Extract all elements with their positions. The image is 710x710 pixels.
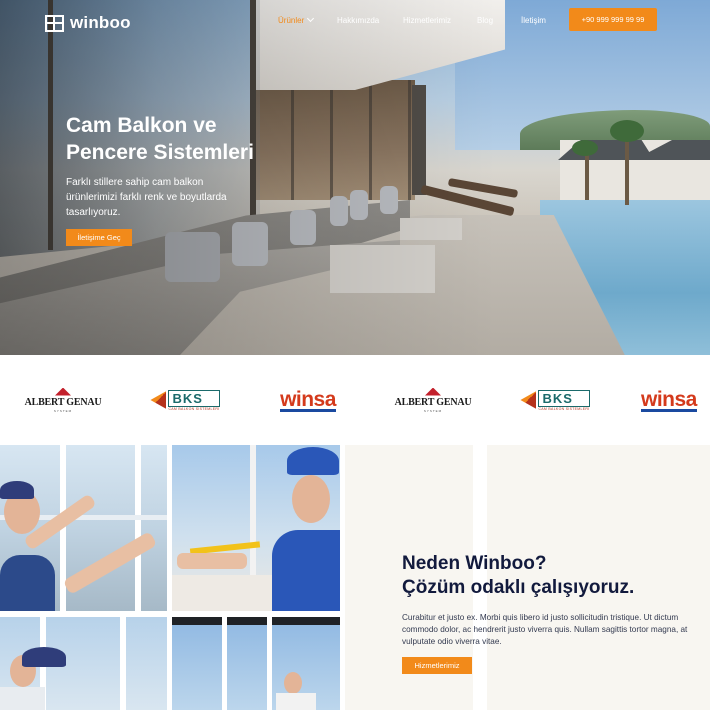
why-title-line: Neden Winboo? [402, 553, 547, 574]
photo-worker-window-2 [0, 617, 167, 710]
worker-cap [0, 481, 34, 499]
hero-section: winboo Ürünler Hakkımızda Hizmetlerimiz … [0, 0, 710, 355]
brand-tagline: SYSTEM [423, 408, 443, 413]
brand-tagline: CAM BALKON SİSTEMLERİ [538, 406, 590, 411]
worker-cap [287, 447, 339, 475]
hero-subtitle: Farklı stillere sahip cam balkon ürünler… [66, 177, 227, 218]
brand-tagline: SYSTEM [53, 408, 73, 413]
brand-name: ALBERT GENAU [394, 396, 472, 408]
nav-item-label: Ürünler [278, 16, 305, 25]
services-button[interactable]: Hizmetlerimiz [402, 657, 472, 674]
brand-name: winsa [280, 387, 336, 411]
contact-cta-button[interactable]: İletişime Geç [66, 229, 132, 246]
worker-face [292, 475, 330, 523]
brand-tagline: CAM BALKON SİSTEMLERİ [168, 406, 220, 411]
albert-genau-roof-icon [425, 387, 441, 396]
worker-shirt [276, 693, 316, 710]
brand-logo-bks[interactable]: BKS CAM BALKON SİSTEMLERİ [140, 355, 230, 445]
brand-name: ALBERT GENAU [24, 396, 102, 408]
brand-logo-albert-genau[interactable]: ALBERT GENAU SYSTEM [18, 355, 108, 445]
worker-face [284, 672, 302, 694]
worker-arm [177, 553, 247, 569]
brand-logo-albert-genau[interactable]: ALBERT GENAU SYSTEM [388, 355, 478, 445]
brand-logo-winsa[interactable]: winsa [636, 355, 710, 445]
chevron-down-icon [307, 14, 315, 23]
nav-item-about[interactable]: Hakkımızda [337, 16, 379, 25]
nav-item-blog[interactable]: Blog [477, 16, 493, 25]
photo-worker-measuring [172, 445, 340, 611]
worker-arm [62, 531, 158, 595]
hero-title: Cam Balkon ve Pencere Sistemleri [66, 112, 326, 166]
worker-shirt [272, 530, 340, 611]
brand-name: BKS [172, 390, 203, 406]
window-frame [135, 445, 141, 611]
photo-worker-window-3 [172, 617, 340, 710]
bks-arrow-icon [520, 391, 537, 409]
worker-cap [22, 647, 66, 667]
nav-item-contact[interactable]: İletişim [521, 16, 546, 25]
photo-worker-window-1 [0, 445, 167, 611]
brand-logo-winsa[interactable]: winsa [262, 355, 354, 445]
brand-logos-strip: ALBERT GENAU SYSTEM BKS CAM BALKON SİSTE… [0, 355, 710, 445]
why-description: Curabitur et justo ex. Morbi quis libero… [402, 613, 688, 646]
window-frame [120, 617, 126, 710]
why-title-line: Çözüm odaklı çalışıyoruz. [402, 577, 635, 598]
brand-name: winsa [641, 387, 697, 411]
window-frame [222, 617, 227, 710]
hero-title-line: Cam Balkon ve [66, 114, 217, 137]
worker-shirt [0, 687, 45, 710]
hero-title-line: Pencere Sistemleri [66, 141, 254, 164]
brand-logo-bks[interactable]: BKS CAM BALKON SİSTEMLERİ [510, 355, 600, 445]
why-title: Neden Winboo? Çözüm odaklı çalışıyoruz. [402, 552, 702, 600]
worker-shirt [0, 555, 55, 611]
nav-item-products[interactable]: Ürünler [278, 14, 315, 25]
phone-button[interactable]: +90 999 999 99 99 [569, 8, 657, 31]
window-frame [267, 617, 272, 710]
nav-item-services[interactable]: Hizmetlerimiz [403, 16, 451, 25]
albert-genau-roof-icon [55, 387, 71, 396]
bks-arrow-icon [150, 391, 167, 409]
window-frame [172, 617, 340, 625]
brand-name: BKS [542, 390, 573, 406]
